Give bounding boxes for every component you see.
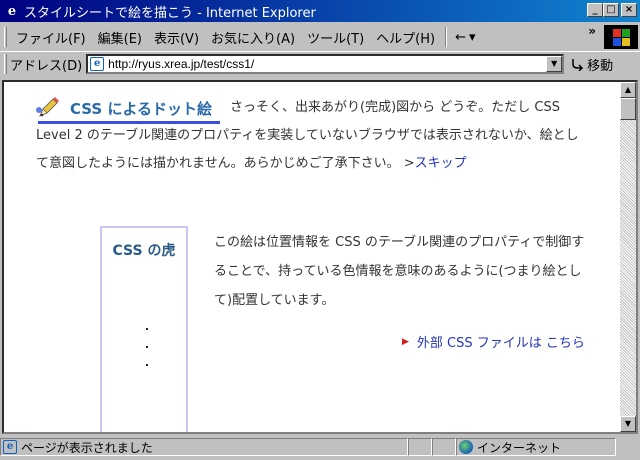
back-arrow-icon: ← — [455, 29, 466, 45]
menu-help[interactable]: ヘルプ(H) — [370, 28, 441, 47]
address-value[interactable]: http://ryus.xrea.jp/test/css1/ — [108, 57, 254, 71]
page-icon: e — [90, 57, 105, 71]
scroll-thumb[interactable] — [620, 98, 636, 120]
status-bar: e ページが表示されました インターネット — [0, 436, 640, 458]
windows-logo-icon — [604, 25, 638, 49]
tiger-art-box: CSS の虎 — [100, 226, 188, 432]
scroll-down-button[interactable]: ▼ — [620, 416, 636, 432]
go-arrow-icon — [572, 59, 584, 71]
status-page-icon: e — [3, 440, 17, 454]
menu-edit[interactable]: 編集(E) — [92, 28, 148, 47]
zone-label: インターネット — [477, 440, 562, 455]
description-paragraph: この絵は位置情報を CSS のテーブル関連のプロパティで制御することで、持ってい… — [214, 235, 585, 308]
back-button[interactable]: ← ▾ — [451, 30, 479, 45]
menu-file[interactable]: ファイル(F) — [10, 28, 92, 47]
address-bar: アドレス(D) e http://ryus.xrea.jp/test/css1/… — [0, 51, 640, 76]
address-label: アドレス(D) — [10, 58, 83, 74]
toolbar-grip[interactable] — [4, 27, 7, 47]
status-pane-main: e ページが表示されました — [0, 438, 408, 456]
window-title: スタイルシートで絵を描こう - Internet Explorer — [24, 5, 316, 21]
menu-view[interactable]: 表示(V) — [148, 28, 205, 47]
globe-icon — [459, 440, 473, 454]
dot-pixel — [146, 328, 148, 330]
address-grip[interactable] — [4, 54, 7, 74]
toolbar-chevron-icon[interactable]: » — [588, 24, 596, 38]
title-bar: e スタイルシートで絵を描こう - Internet Explorer _ □ … — [0, 0, 640, 22]
heading-underline — [38, 121, 220, 124]
vertical-scrollbar[interactable]: ▲ ▼ — [620, 82, 636, 432]
menu-tools[interactable]: ツール(T) — [301, 28, 370, 47]
page-content: さっそく、出来あがり(完成)図から どうぞ。ただし CSS Level 2 のテ… — [4, 82, 620, 432]
menu-bar: ファイル(F) 編集(E) 表示(V) お気に入り(A) ツール(T) ヘルプ(… — [0, 24, 640, 50]
menu-separator — [445, 27, 448, 47]
window-controls: _ □ × — [587, 3, 637, 17]
status-pane-empty — [408, 438, 432, 456]
maximize-button[interactable]: □ — [603, 3, 619, 17]
status-pane-empty — [432, 438, 456, 456]
back-dropdown-icon[interactable]: ▾ — [469, 30, 476, 45]
external-css-link-text[interactable]: 外部 CSS ファイルは こちら — [417, 332, 585, 351]
tiger-title: CSS の虎 — [112, 243, 176, 259]
dot-pixel — [146, 364, 148, 366]
ie-logo-icon: e — [7, 3, 17, 19]
pencil-icon — [36, 97, 59, 117]
external-css-link[interactable]: ▶ 外部 CSS ファイルは こちら — [402, 332, 585, 351]
minimize-button[interactable]: _ — [587, 3, 603, 17]
address-dropdown-button[interactable]: ▼ — [546, 56, 563, 72]
menu-favorites[interactable]: お気に入り(A) — [205, 28, 301, 47]
scroll-up-button[interactable]: ▲ — [620, 82, 636, 98]
status-text: ページが表示されました — [21, 440, 153, 455]
close-button[interactable]: × — [621, 3, 637, 17]
page-viewport[interactable]: さっそく、出来あがり(完成)図から どうぞ。ただし CSS Level 2 のテ… — [2, 80, 638, 434]
dot-pixel — [146, 346, 148, 348]
heading-block: CSS によるドット絵 — [36, 94, 222, 124]
go-label: 移動 — [587, 58, 614, 74]
go-button[interactable]: 移動 — [570, 55, 613, 74]
page-heading: CSS によるドット絵 — [70, 100, 212, 118]
bullet-triangle-icon: ▶ — [402, 336, 409, 347]
address-input[interactable]: e http://ryus.xrea.jp/test/css1/ ▼ — [86, 54, 565, 74]
status-pane-zone: インターネット — [456, 438, 616, 456]
skip-link[interactable]: スキップ — [415, 156, 467, 171]
